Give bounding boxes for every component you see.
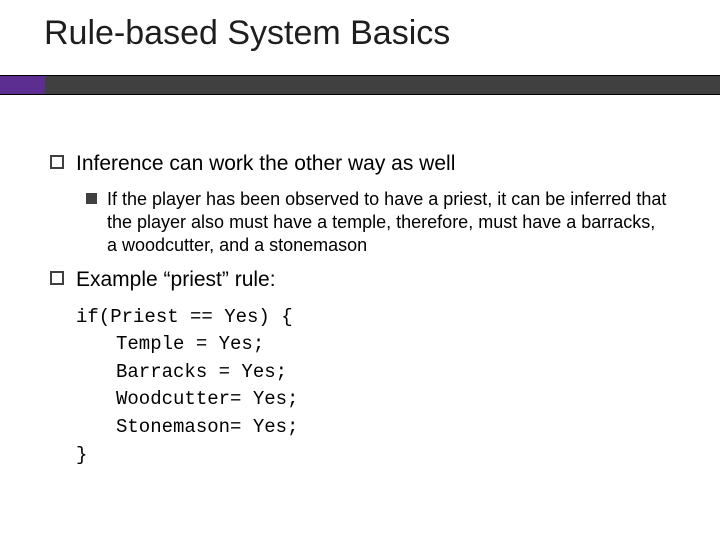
code-block: if(Priest == Yes) { Temple = Yes; Barrac… xyxy=(76,304,668,469)
slide-title: Rule-based System Basics xyxy=(44,14,720,53)
hollow-square-bullet-icon xyxy=(50,271,64,285)
title-area: Rule-based System Basics xyxy=(0,0,720,53)
code-line-6: } xyxy=(76,442,668,470)
code-line-5: Stonemason= Yes; xyxy=(76,414,668,442)
code-line-4: Woodcutter= Yes; xyxy=(76,386,668,414)
bullet-1-sub: If the player has been observed to have … xyxy=(86,188,668,257)
bullet-1-sub-text: If the player has been observed to have … xyxy=(107,188,668,257)
bullet-2-text: Example “priest” rule: xyxy=(76,267,276,294)
code-line-3: Barracks = Yes; xyxy=(76,359,668,387)
bullet-1: Inference can work the other way as well xyxy=(50,151,668,178)
code-line-1: if(Priest == Yes) { xyxy=(76,304,668,332)
accent-block xyxy=(0,76,45,94)
slide: { "title": "Rule-based System Basics", "… xyxy=(0,0,720,540)
slide-body: Inference can work the other way as well… xyxy=(0,95,720,469)
rule-fill xyxy=(45,76,720,94)
bullet-2: Example “priest” rule: xyxy=(50,267,668,294)
solid-square-bullet-icon xyxy=(86,193,97,204)
title-underline-bar xyxy=(0,75,720,95)
code-line-2: Temple = Yes; xyxy=(76,331,668,359)
hollow-square-bullet-icon xyxy=(50,155,64,169)
bullet-1-text: Inference can work the other way as well xyxy=(76,151,455,178)
